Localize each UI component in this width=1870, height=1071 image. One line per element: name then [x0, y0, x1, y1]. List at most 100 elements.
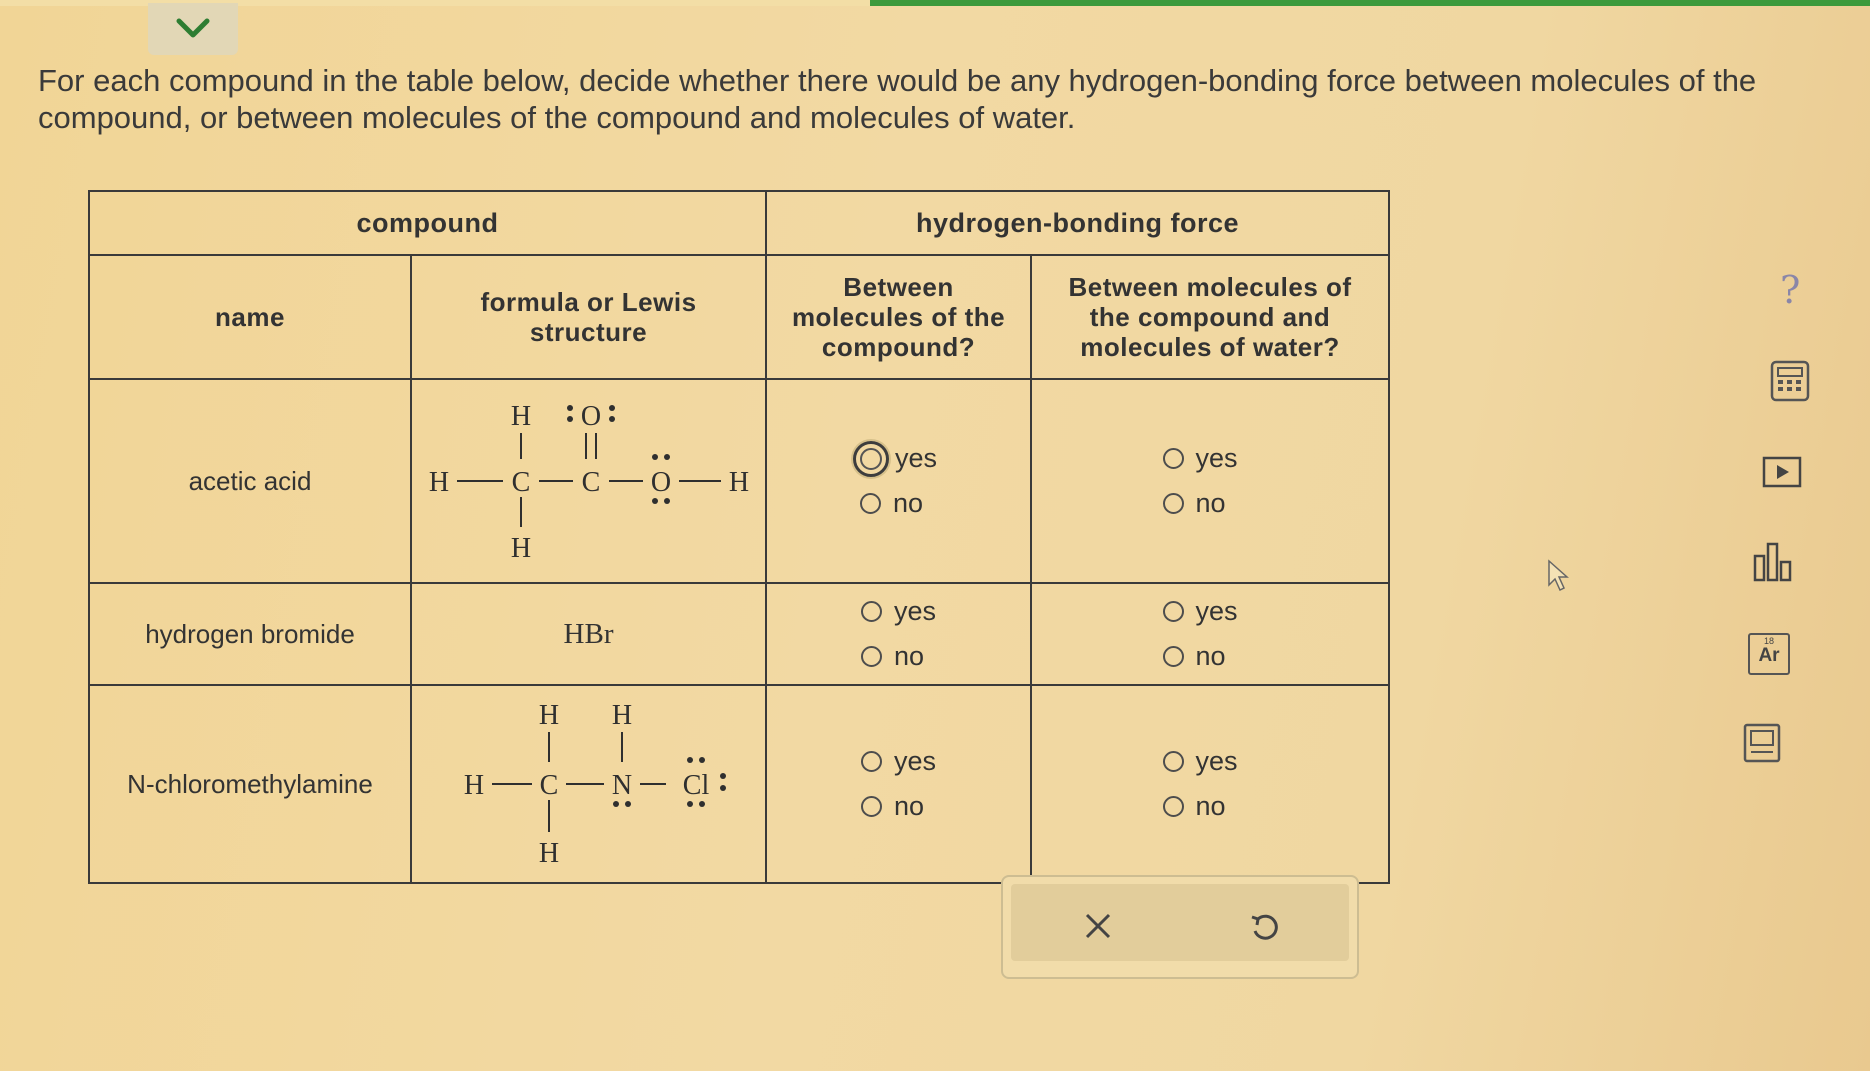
q1-cell: yes no: [765, 684, 1033, 884]
radio-yes[interactable]: yes: [1162, 436, 1238, 481]
undo-button[interactable]: [1248, 911, 1280, 949]
textbook-button[interactable]: [1742, 722, 1782, 769]
periodic-table-button[interactable]: Ar 18: [1748, 633, 1790, 675]
acetic-acid-structure: H C C O H H O H: [428, 401, 748, 564]
radio-label: yes: [895, 443, 938, 473]
lewis-atom: C: [511, 467, 530, 498]
radio-group-q1: yes no: [861, 589, 936, 679]
actions-panel: [1011, 884, 1349, 961]
progress-fill: [870, 0, 1870, 6]
chart-button[interactable]: [1752, 540, 1794, 589]
lewis-atom: O: [650, 467, 670, 498]
radio-label: no: [893, 488, 924, 518]
lewis-atom: H: [428, 467, 448, 498]
chevron-down-icon: [176, 18, 210, 38]
lewis-atom: Cl: [682, 770, 709, 801]
radio-group-q2: yes no: [1162, 589, 1238, 679]
radio-no[interactable]: no: [1162, 634, 1238, 679]
help-icon: ?: [1780, 268, 1801, 312]
radio-label: no: [1195, 641, 1226, 671]
radio-label: no: [894, 791, 925, 821]
compound-group-header: compound: [87, 190, 768, 256]
table-row: N-chloromethylamine H C N Cl H H H yes n…: [88, 684, 1391, 884]
radio-no[interactable]: no: [861, 634, 936, 679]
help-button[interactable]: ?: [1780, 268, 1800, 312]
radio-circle[interactable]: [860, 493, 881, 514]
undo-icon: [1251, 914, 1278, 940]
radio-circle[interactable]: [861, 751, 882, 772]
radio-circle[interactable]: [1162, 493, 1184, 514]
radio-group-q1: yes no: [853, 436, 938, 526]
lewis-structure: H C N Cl H H H: [409, 684, 768, 884]
radio-no[interactable]: no: [860, 481, 937, 526]
radio-label: yes: [1195, 443, 1238, 473]
progress-bar: [0, 0, 1870, 6]
radio-label: no: [1195, 488, 1226, 518]
radio-yes[interactable]: yes: [861, 739, 936, 784]
lewis-atom: N: [611, 770, 631, 801]
radio-label: no: [1195, 791, 1226, 821]
radio-circle[interactable]: [861, 646, 882, 667]
formula-text: HBr: [409, 582, 768, 686]
radio-group-q2: yes no: [1162, 436, 1238, 526]
radio-label: yes: [894, 746, 937, 776]
compound-name: hydrogen bromide: [88, 582, 412, 686]
q2-cell: yes no: [1030, 378, 1391, 584]
radio-circle[interactable]: [1162, 448, 1184, 469]
radio-no[interactable]: no: [861, 784, 936, 829]
table-row: acetic acid H C C O H H O H yes no yes n…: [88, 378, 1391, 584]
radio-label: yes: [1195, 596, 1238, 626]
lewis-atom: H: [510, 533, 530, 564]
lewis-atom: H: [510, 401, 530, 432]
compound-name: N-chloromethylamine: [88, 684, 412, 884]
collapse-button[interactable]: [148, 3, 238, 55]
lewis-atom: H: [538, 700, 558, 731]
lewis-structure: H C C O H H O H: [409, 378, 768, 584]
mouse-cursor-icon: [1548, 559, 1569, 592]
lewis-atom: H: [538, 838, 558, 869]
calculator-button[interactable]: [1770, 360, 1810, 407]
radio-circle[interactable]: [1162, 601, 1184, 622]
radio-no[interactable]: no: [1162, 481, 1238, 526]
compound-name: acetic acid: [88, 378, 412, 584]
lewis-atom: C: [581, 467, 600, 498]
lewis-atom: H: [728, 467, 748, 498]
answer-actions: [1001, 875, 1359, 979]
lewis-atom: H: [463, 770, 483, 801]
radio-yes[interactable]: yes: [1162, 739, 1238, 784]
radio-circle[interactable]: [861, 796, 882, 817]
q2-cell: yes no: [1030, 684, 1391, 884]
radio-yes[interactable]: yes: [1162, 589, 1238, 634]
lewis-atom: C: [539, 770, 558, 801]
periodic-table-icon: Ar: [1758, 645, 1780, 666]
radio-label: no: [894, 641, 925, 671]
radio-group-q2: yes no: [1162, 739, 1238, 829]
question-prompt: For each compound in the table below, de…: [38, 63, 1757, 135]
radio-circle[interactable]: [1162, 646, 1184, 667]
clear-button[interactable]: [1083, 911, 1113, 947]
hbond-group-header: hydrogen-bonding force: [765, 190, 1391, 256]
radio-circle[interactable]: [1162, 751, 1184, 772]
compound-table: compound hydrogen-bonding force name for…: [87, 190, 1391, 884]
radio-yes[interactable]: yes: [853, 436, 938, 481]
radio-label: yes: [894, 596, 937, 626]
radio-circle[interactable]: [1162, 796, 1184, 817]
between-water-header: Between molecules of the compound and mo…: [1030, 254, 1391, 380]
q1-cell: yes no: [765, 378, 1033, 584]
lewis-atom: H: [611, 700, 631, 731]
radio-selected-circle[interactable]: [853, 440, 889, 477]
video-button[interactable]: [1762, 456, 1802, 493]
chart-icon: [1753, 542, 1792, 582]
calculator-icon: [1770, 360, 1810, 402]
formula-header: formula or Lewis structure: [409, 254, 768, 380]
table-row: hydrogen bromide HBr yes no yes no: [88, 582, 1391, 686]
radio-yes[interactable]: yes: [861, 589, 936, 634]
radio-group-q1: yes no: [861, 739, 936, 829]
radio-circle[interactable]: [861, 601, 882, 622]
n-chloromethylamine-structure: H C N Cl H H H: [463, 700, 726, 869]
q2-cell: yes no: [1030, 582, 1391, 686]
lewis-atom: O: [580, 401, 600, 432]
x-icon: [1085, 913, 1111, 939]
radio-no[interactable]: no: [1162, 784, 1238, 829]
video-icon: [1762, 456, 1802, 488]
